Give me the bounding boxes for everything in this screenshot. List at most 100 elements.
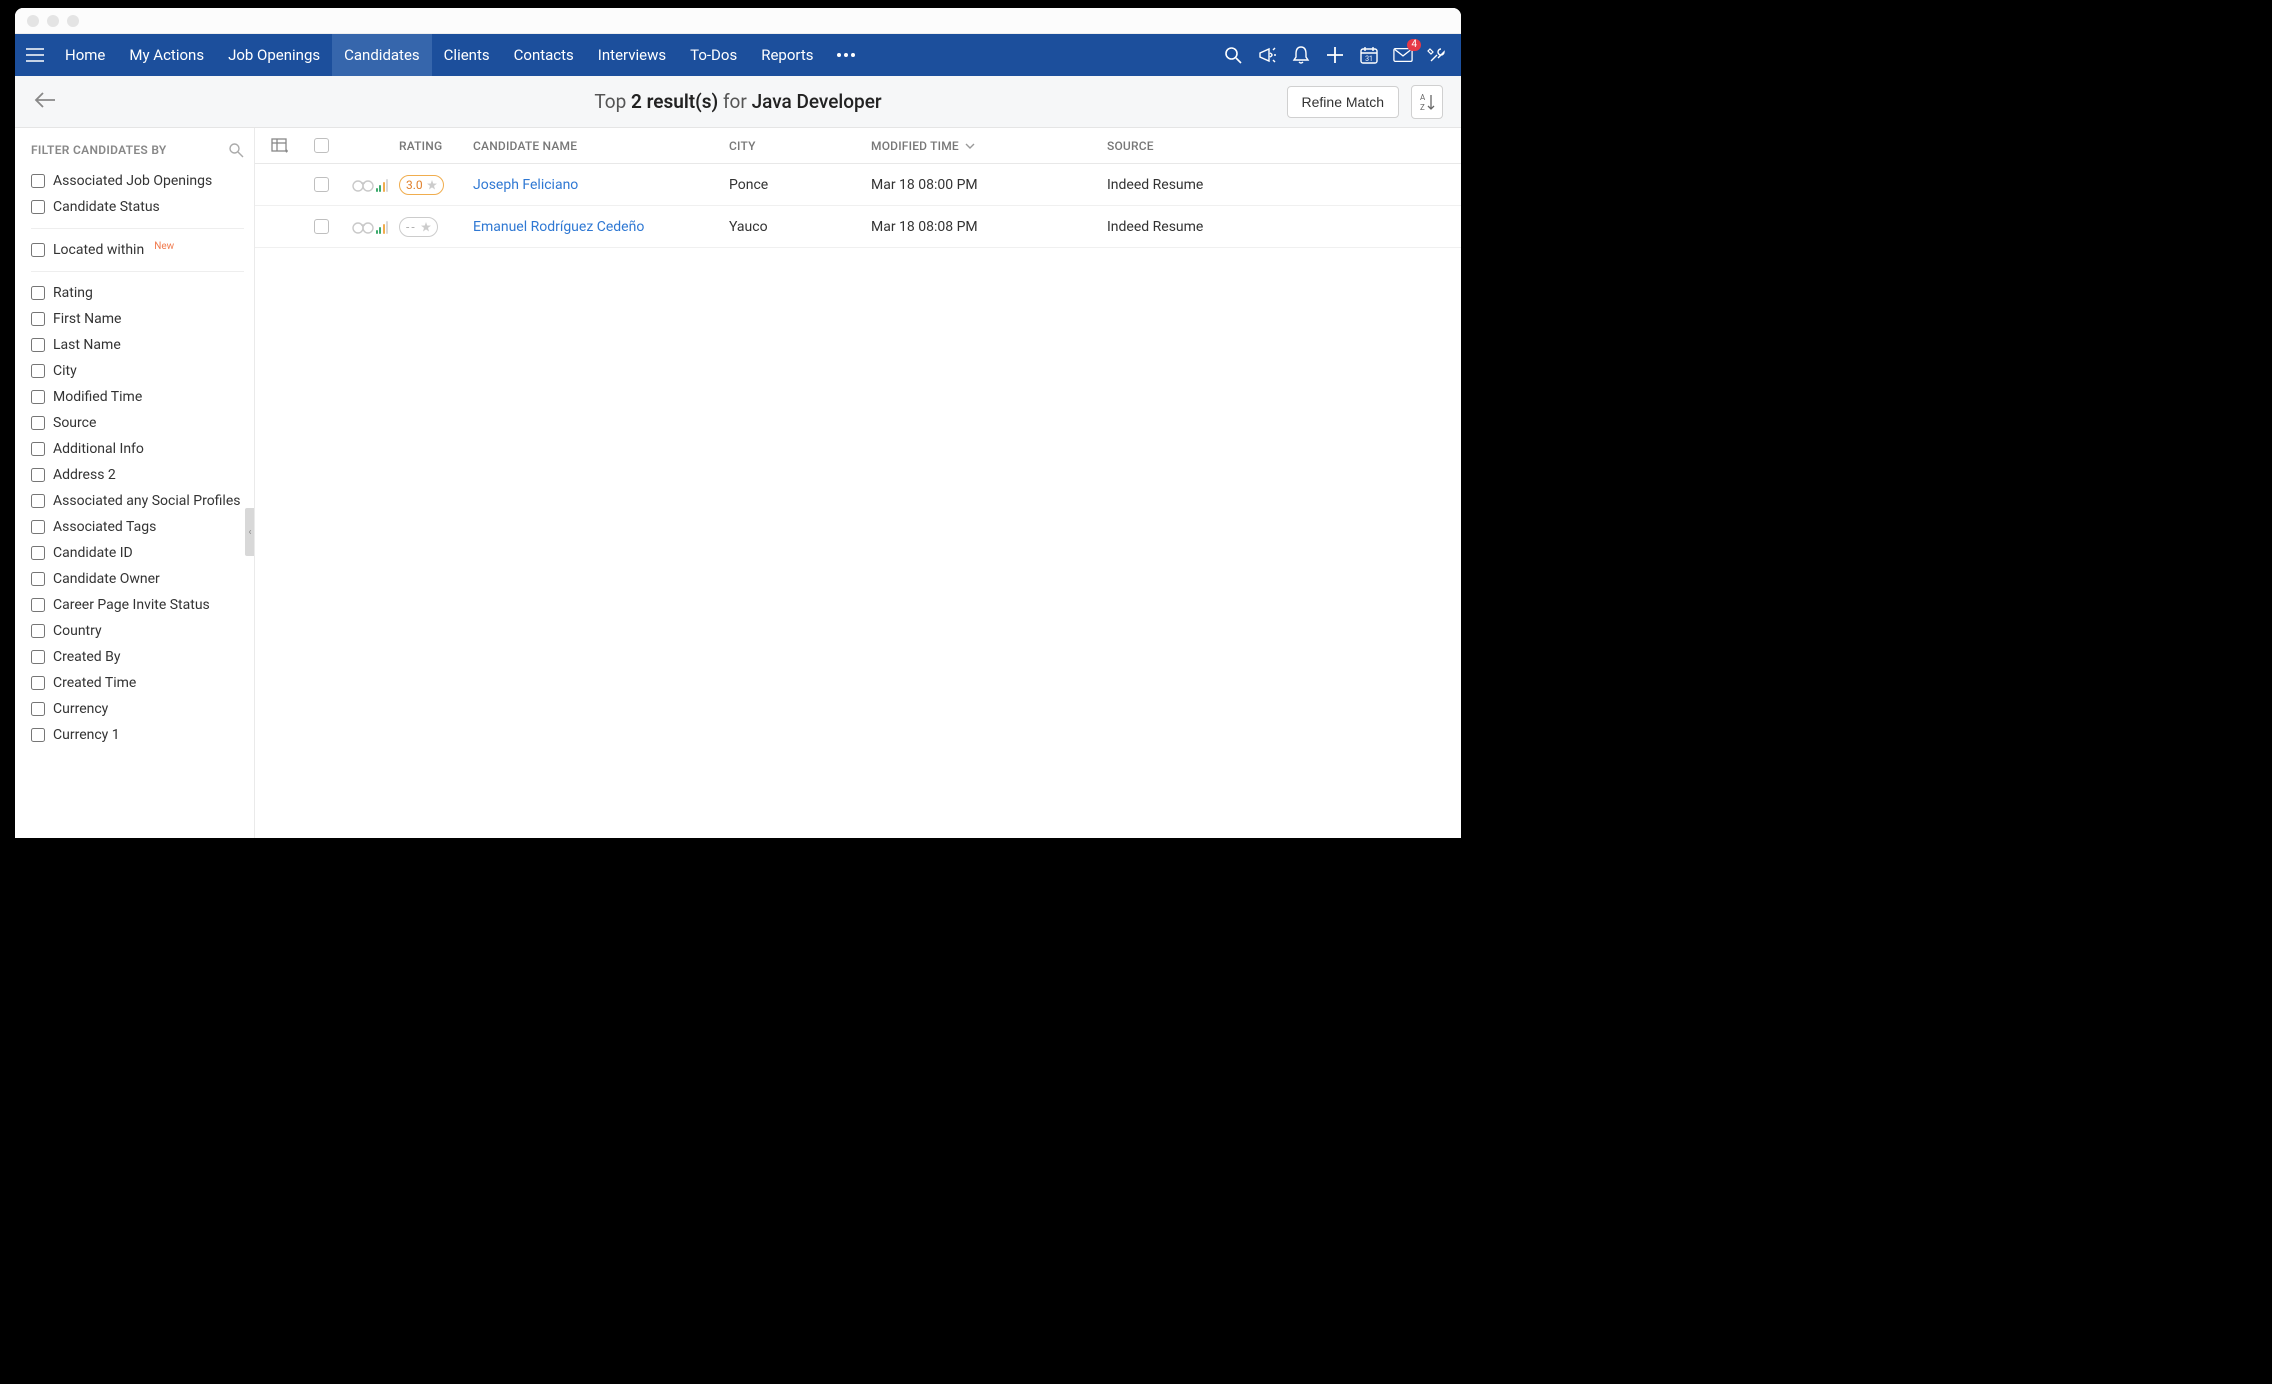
filter-checkbox[interactable] — [31, 650, 45, 664]
candidate-name-link[interactable]: Joseph Feliciano — [473, 177, 578, 193]
top-navbar: HomeMy ActionsJob OpeningsCandidatesClie… — [15, 34, 1461, 76]
filter-item-located-within[interactable]: Located within New — [25, 237, 250, 263]
filter-checkbox[interactable] — [31, 200, 45, 214]
filter-checkbox[interactable] — [31, 364, 45, 378]
filter-item-first-name[interactable]: First Name — [25, 306, 250, 332]
results-subheader: Top 2 result(s) for Java Developer Refin… — [15, 76, 1461, 128]
col-header-city[interactable]: CITY — [729, 139, 871, 153]
filter-checkbox[interactable] — [31, 286, 45, 300]
filter-item-candidate-status[interactable]: Candidate Status — [25, 194, 250, 220]
filter-checkbox[interactable] — [31, 624, 45, 638]
filter-label: Rating — [53, 285, 93, 301]
filter-label: Additional Info — [53, 441, 144, 457]
cell-source: Indeed Resume — [1107, 177, 1461, 193]
filter-item-associated-tags[interactable]: Associated Tags — [25, 514, 250, 540]
sort-az-button[interactable]: A Z — [1411, 85, 1443, 119]
window-close-dot[interactable] — [27, 15, 39, 27]
filter-item-currency-1[interactable]: Currency 1 — [25, 722, 250, 748]
window-titlebar — [15, 8, 1461, 34]
nav-item-job-openings[interactable]: Job Openings — [216, 34, 332, 76]
filter-checkbox[interactable] — [31, 243, 45, 257]
col-header-modified-time[interactable]: MODIFIED TIME — [871, 139, 1107, 153]
filter-checkbox[interactable] — [31, 676, 45, 690]
filter-search-icon[interactable] — [228, 142, 244, 158]
filter-checkbox[interactable] — [31, 174, 45, 188]
svg-text:A: A — [1420, 93, 1426, 102]
table-row[interactable]: --Emanuel Rodríguez CedeñoYaucoMar 18 08… — [255, 206, 1461, 248]
row-checkbox[interactable] — [314, 177, 329, 192]
hamburger-menu-icon[interactable] — [21, 41, 49, 69]
nav-item-home[interactable]: Home — [53, 34, 117, 76]
binoculars-icon[interactable] — [352, 178, 374, 192]
filter-label: Source — [53, 415, 96, 431]
nav-item-interviews[interactable]: Interviews — [586, 34, 678, 76]
filter-item-currency[interactable]: Currency — [25, 696, 250, 722]
results-title: Top 2 result(s) for Java Developer — [15, 90, 1461, 113]
filter-label: Currency — [53, 701, 108, 717]
filter-label: Created By — [53, 649, 120, 665]
filter-checkbox[interactable] — [31, 572, 45, 586]
search-icon[interactable] — [1223, 45, 1243, 65]
bell-icon[interactable] — [1291, 45, 1311, 65]
filter-checkbox[interactable] — [31, 416, 45, 430]
row-checkbox[interactable] — [314, 219, 329, 234]
filter-item-modified-time[interactable]: Modified Time — [25, 384, 250, 410]
col-header-rating[interactable]: RATING — [399, 139, 473, 153]
filter-checkbox[interactable] — [31, 494, 45, 508]
results-count: 2 result(s) — [631, 90, 718, 113]
filter-item-city[interactable]: City — [25, 358, 250, 384]
filter-label: Associated Tags — [53, 519, 156, 535]
nav-item-to-dos[interactable]: To-Dos — [678, 34, 749, 76]
filter-item-career-page-invite-status[interactable]: Career Page Invite Status — [25, 592, 250, 618]
filter-item-created-time[interactable]: Created Time — [25, 670, 250, 696]
filter-label: Last Name — [53, 337, 121, 353]
calendar-icon[interactable]: 31 — [1359, 45, 1379, 65]
filter-checkbox[interactable] — [31, 546, 45, 560]
filter-checkbox[interactable] — [31, 442, 45, 456]
filter-item-additional-info[interactable]: Additional Info — [25, 436, 250, 462]
filter-label: Candidate Owner — [53, 571, 160, 587]
add-icon[interactable] — [1325, 45, 1345, 65]
window-minimize-dot[interactable] — [47, 15, 59, 27]
col-header-source[interactable]: SOURCE — [1107, 139, 1461, 153]
filter-item-source[interactable]: Source — [25, 410, 250, 436]
col-header-name[interactable]: CANDIDATE NAME — [473, 139, 729, 153]
filter-checkbox[interactable] — [31, 338, 45, 352]
back-arrow-icon[interactable] — [33, 90, 57, 114]
filter-item-associated-any-social-profiles[interactable]: Associated any Social Profiles — [25, 488, 250, 514]
filter-item-candidate-id[interactable]: Candidate ID — [25, 540, 250, 566]
nav-item-reports[interactable]: Reports — [749, 34, 825, 76]
filter-checkbox[interactable] — [31, 702, 45, 716]
sidebar-collapse-handle[interactable]: ‹ — [245, 508, 255, 556]
filter-checkbox[interactable] — [31, 390, 45, 404]
select-all-checkbox[interactable] — [314, 138, 329, 153]
column-settings-icon[interactable] — [271, 138, 289, 154]
tools-icon[interactable] — [1427, 45, 1447, 65]
binoculars-icon[interactable] — [352, 220, 374, 234]
filter-checkbox[interactable] — [31, 598, 45, 612]
candidate-name-link[interactable]: Emanuel Rodríguez Cedeño — [473, 219, 644, 235]
nav-item-contacts[interactable]: Contacts — [502, 34, 586, 76]
mail-icon[interactable] — [1393, 45, 1413, 65]
nav-item-clients[interactable]: Clients — [432, 34, 502, 76]
filter-item-rating[interactable]: Rating — [25, 280, 250, 306]
filter-item-last-name[interactable]: Last Name — [25, 332, 250, 358]
filter-checkbox[interactable] — [31, 728, 45, 742]
table-row[interactable]: 3.0Joseph FelicianoPonceMar 18 08:00 PMI… — [255, 164, 1461, 206]
filter-item-address-2[interactable]: Address 2 — [25, 462, 250, 488]
nav-item-my-actions[interactable]: My Actions — [117, 34, 216, 76]
filter-checkbox[interactable] — [31, 312, 45, 326]
nav-more-icon[interactable] — [825, 53, 867, 57]
filter-checkbox[interactable] — [31, 468, 45, 482]
filter-checkbox[interactable] — [31, 520, 45, 534]
filter-item-candidate-owner[interactable]: Candidate Owner — [25, 566, 250, 592]
rating-pill: 3.0 — [399, 175, 444, 195]
nav-item-candidates[interactable]: Candidates — [332, 34, 432, 76]
filter-item-created-by[interactable]: Created By — [25, 644, 250, 670]
refine-match-button[interactable]: Refine Match — [1287, 86, 1399, 118]
window-maximize-dot[interactable] — [67, 15, 79, 27]
filter-item-country[interactable]: Country — [25, 618, 250, 644]
announce-icon[interactable] — [1257, 45, 1277, 65]
cell-modified-time: Mar 18 08:00 PM — [871, 177, 1107, 193]
filter-item-associated-job-openings[interactable]: Associated Job Openings — [25, 168, 250, 194]
